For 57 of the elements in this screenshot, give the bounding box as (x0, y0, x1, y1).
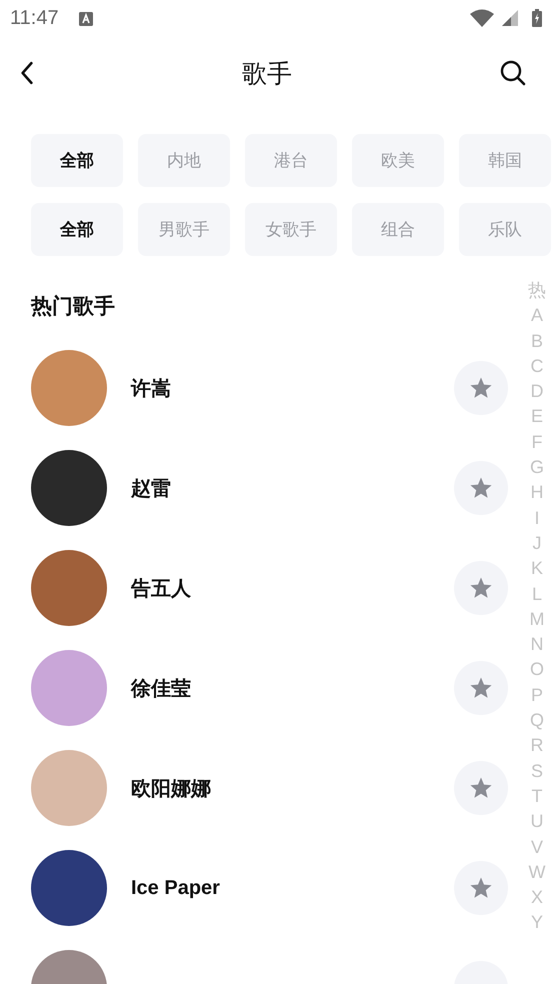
filter-chip[interactable]: 全部 (31, 203, 123, 256)
index-letter[interactable]: I (534, 506, 540, 531)
index-letter[interactable]: O (530, 657, 544, 683)
index-letter[interactable]: F (532, 430, 542, 456)
filter-chip[interactable]: 全部 (31, 134, 123, 187)
index-letter[interactable]: H (530, 480, 544, 506)
index-letter[interactable]: D (530, 379, 544, 404)
star-icon (469, 376, 493, 400)
page-title: 歌手 (242, 58, 292, 90)
filter-chip[interactable]: 组合 (352, 203, 444, 256)
back-icon[interactable] (20, 61, 34, 85)
index-letter[interactable]: W (528, 860, 546, 886)
star-icon (469, 876, 493, 900)
singer-name[interactable]: Ice Paper (131, 876, 454, 900)
index-letter[interactable]: S (530, 758, 543, 784)
filter-chip[interactable]: 女歌手 (245, 203, 337, 256)
index-letter[interactable]: N (530, 632, 544, 658)
filter-chip[interactable]: 乐队 (459, 203, 551, 256)
section-title: 热门歌手 (31, 293, 115, 320)
filter-chip[interactable]: 韩国 (459, 134, 551, 187)
index-letter[interactable]: J (532, 530, 542, 556)
index-letter[interactable]: E (530, 404, 543, 430)
filter-chip[interactable]: 港台 (245, 134, 337, 187)
signal-icon (502, 10, 518, 26)
index-letter[interactable]: 热 (528, 278, 546, 304)
index-letter[interactable]: Q (530, 708, 544, 734)
index-letter[interactable]: M (530, 606, 544, 632)
index-letter[interactable]: P (530, 682, 543, 708)
filter-chip[interactable]: 内地 (138, 134, 230, 187)
index-letter[interactable]: U (530, 809, 544, 835)
singer-name[interactable]: 告五人 (131, 574, 454, 602)
index-letter[interactable]: L (532, 582, 542, 607)
star-icon (469, 776, 493, 800)
index-letter[interactable]: R (530, 733, 544, 759)
star-icon (469, 576, 493, 600)
index-letter[interactable]: T (532, 784, 542, 810)
battery-icon (532, 9, 542, 27)
search-icon[interactable] (500, 60, 526, 86)
index-letter[interactable]: Y (530, 910, 543, 936)
singer-name[interactable]: 徐佳莹 (131, 674, 454, 702)
filter-chip[interactable]: 欧美 (352, 134, 444, 187)
star-icon (469, 476, 493, 500)
singer-name[interactable]: 许嵩 (131, 374, 454, 402)
index-letter[interactable]: V (530, 834, 543, 860)
star-icon (469, 676, 493, 700)
index-letter[interactable]: G (530, 455, 544, 480)
index-letter[interactable]: K (530, 556, 543, 582)
index-letter[interactable]: X (530, 885, 543, 910)
singer-name[interactable]: 欧阳娜娜 (131, 774, 454, 802)
keyboard-icon (78, 11, 93, 25)
index-letter[interactable]: B (530, 328, 543, 354)
index-letter[interactable]: A (530, 303, 543, 329)
filter-chip[interactable]: 男歌手 (138, 203, 230, 256)
wifi-icon (470, 9, 494, 27)
index-letter[interactable]: C (530, 354, 544, 380)
singer-name[interactable]: 赵雷 (131, 474, 454, 502)
status-time: 11:47 (10, 6, 59, 30)
